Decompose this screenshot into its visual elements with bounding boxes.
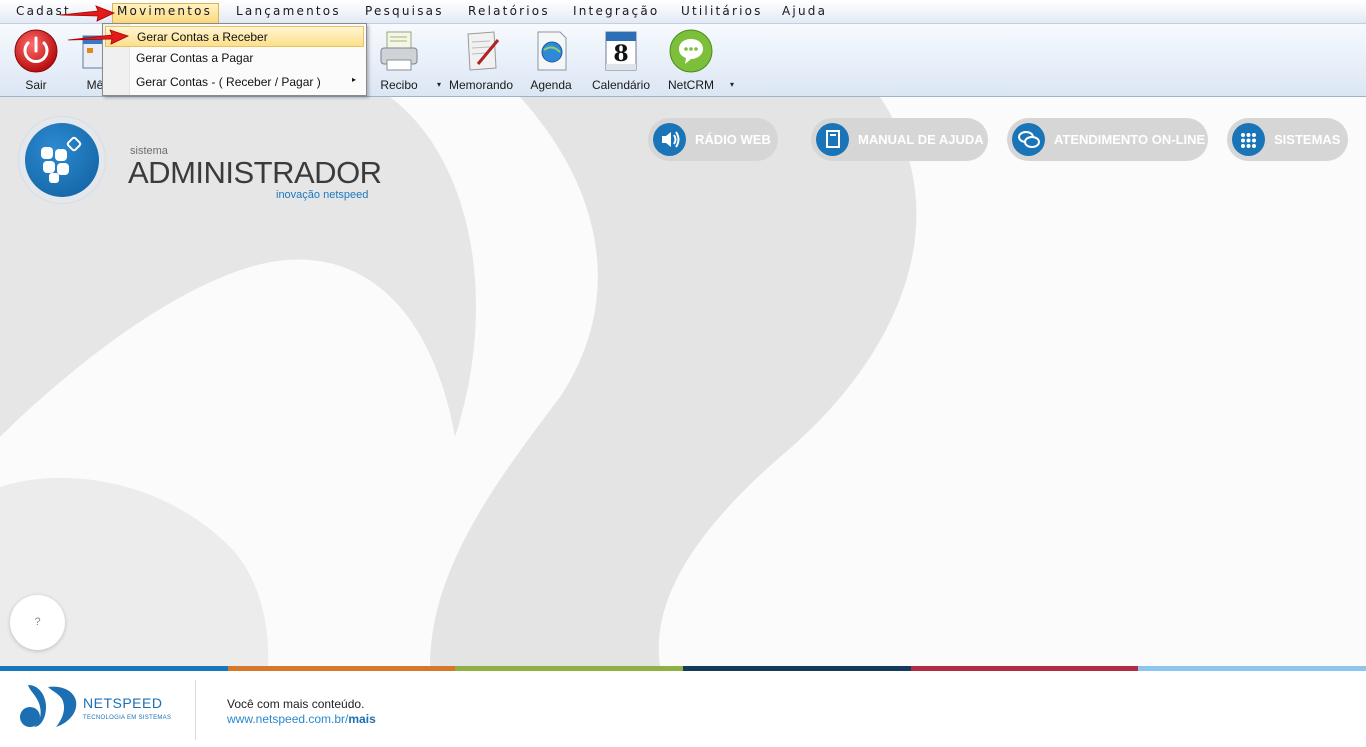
calendario-label: Calendário [591, 78, 651, 92]
recibo-dropdown-arrow-icon[interactable]: ▾ [437, 80, 441, 89]
dropdown-item-label: Gerar Contas a Receber [137, 30, 268, 44]
book-icon [816, 123, 849, 156]
dropdown-item-gerar-contas-receber[interactable]: Gerar Contas a Receber [105, 26, 364, 47]
agenda-button[interactable]: Agenda [519, 24, 583, 96]
memorando-button[interactable]: Memorando [449, 24, 513, 96]
atendimento-online-label: ATENDIMENTO ON-LINE [1054, 132, 1206, 147]
netspeed-tagline: TECNOLOGIA EM SISTEMAS [83, 715, 172, 721]
manual-de-ajuda-label: MANUAL DE AJUDA [858, 132, 984, 147]
sistemas-button[interactable]: SISTEMAS [1227, 118, 1348, 161]
brand-tagline: inovação netspeed [276, 189, 369, 201]
menu-movimentos[interactable]: Movimentos [117, 4, 212, 18]
help-button[interactable]: ? [10, 595, 65, 650]
radio-web-button[interactable]: RÁDIO WEB [648, 118, 778, 161]
sair-button[interactable]: Sair [4, 24, 68, 96]
netspeed-name: NETSPEED [83, 695, 163, 711]
menu-utilitarios[interactable]: Utilitários [681, 4, 763, 18]
netspeed-logo-icon [20, 685, 77, 727]
dropdown-item-label: Gerar Contas - ( Receber / Pagar ) [136, 75, 321, 89]
menu-bar: Cadast Movimentos Lançamentos Pesquisas … [0, 0, 1366, 24]
chat-icon [1012, 123, 1045, 156]
administrador-logo [19, 117, 105, 203]
speaker-icon [653, 123, 686, 156]
movimentos-dropdown: Gerar Contas a Receber Gerar Contas a Pa… [102, 23, 367, 96]
grid-dots-icon [1232, 123, 1265, 156]
sair-label: Sair [25, 78, 47, 92]
sistemas-label: SISTEMAS [1274, 132, 1341, 147]
footer-link[interactable]: www.netspeed.com.br/mais [227, 712, 376, 726]
netcrm-dropdown-arrow-icon[interactable]: ▾ [730, 80, 734, 89]
dropdown-item-gerar-contas-receber-pagar[interactable]: Gerar Contas - ( Receber / Pagar ) ▸ [105, 72, 364, 93]
footer-link-base: www.netspeed.com.br/ [227, 712, 349, 726]
calendar-day-number: 8 [613, 41, 629, 67]
dropdown-item-gerar-contas-pagar[interactable]: Gerar Contas a Pagar [105, 48, 364, 69]
chat-bubble-icon [669, 29, 713, 73]
footer: NETSPEED TECNOLOGIA EM SISTEMAS Você com… [0, 671, 1366, 747]
dropdown-item-label: Gerar Contas a Pagar [136, 51, 254, 65]
footer-slogan: Você com mais conteúdo. [227, 697, 365, 711]
agenda-label: Agenda [530, 78, 572, 92]
manual-de-ajuda-button[interactable]: MANUAL DE AJUDA [811, 118, 988, 161]
footer-divider [195, 680, 196, 740]
menu-relatorios[interactable]: Relatórios [468, 4, 550, 18]
printer-icon [380, 31, 418, 71]
menu-pesquisas[interactable]: Pesquisas [365, 4, 444, 18]
agenda-globe-icon [537, 31, 567, 71]
brand-title: ADMINISTRADOR [128, 155, 382, 190]
atendimento-online-button[interactable]: ATENDIMENTO ON-LINE [1007, 118, 1208, 161]
menu-cadastros[interactable]: Cadast [16, 4, 71, 18]
submenu-arrow-icon: ▸ [351, 75, 356, 84]
menu-lancamentos[interactable]: Lançamentos [236, 4, 341, 18]
logo-dots-icon [41, 136, 82, 183]
recibo-button[interactable]: Recibo [367, 24, 431, 96]
menu-integracao[interactable]: Integração [573, 4, 659, 18]
calendario-button[interactable]: 8 Calendário [589, 24, 653, 96]
netcrm-button[interactable]: NetCRM [659, 24, 723, 96]
menu-ajuda[interactable]: Ajuda [782, 4, 827, 18]
netcrm-label: NetCRM [667, 78, 714, 92]
memorando-label: Memorando [449, 78, 514, 92]
memo-pen-icon [467, 31, 500, 71]
radio-web-label: RÁDIO WEB [695, 132, 771, 147]
power-icon [14, 29, 58, 73]
recibo-label: Recibo [380, 78, 418, 92]
footer-link-bold: mais [348, 712, 376, 726]
